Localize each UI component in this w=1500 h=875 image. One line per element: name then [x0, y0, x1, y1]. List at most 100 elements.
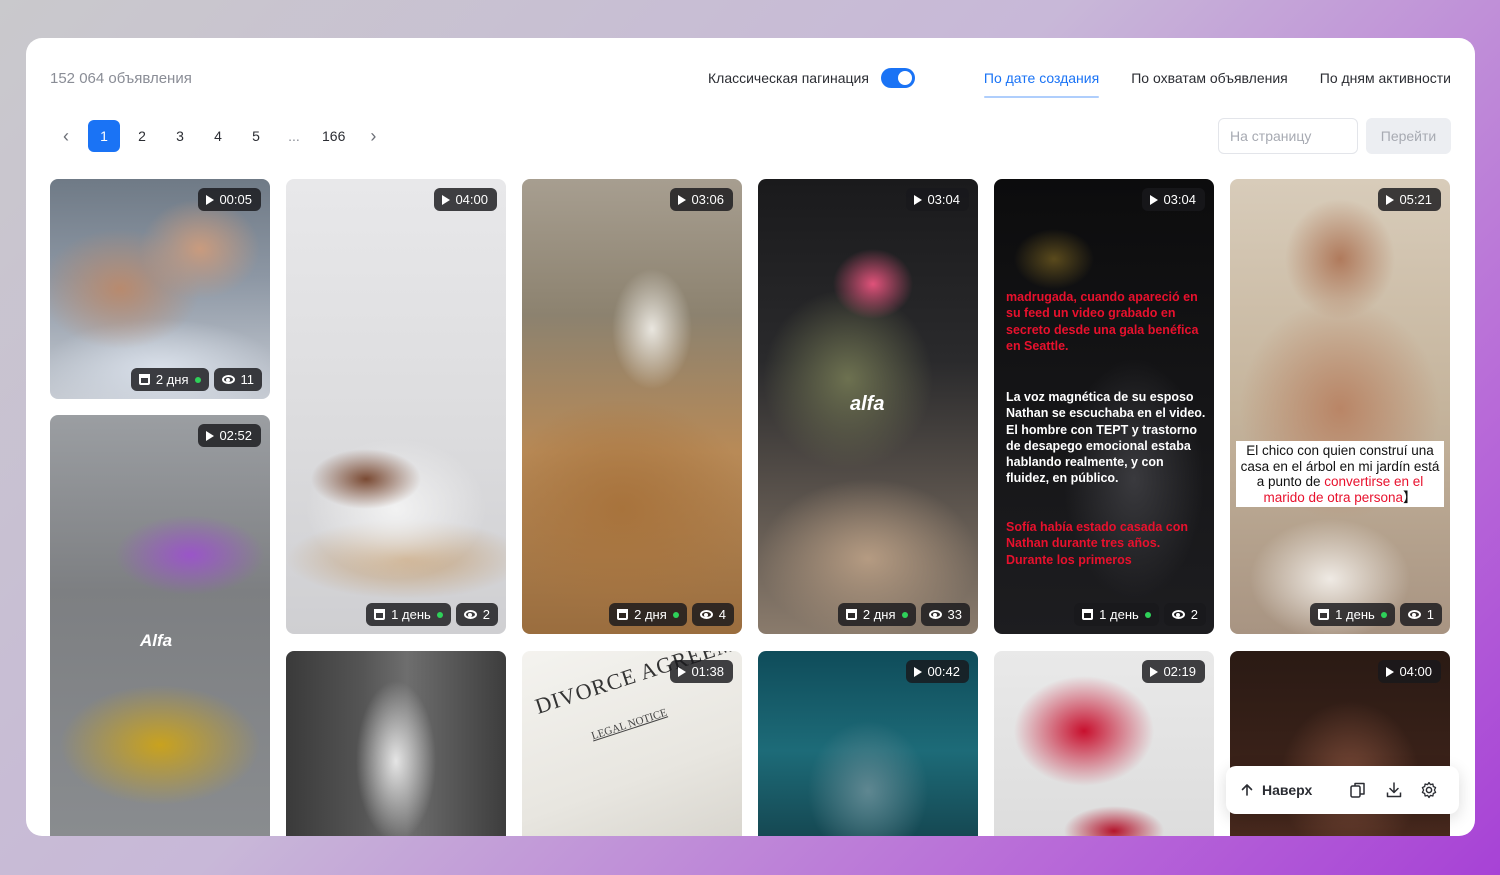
active-dot — [901, 611, 908, 618]
video-thumbnail[interactable] — [1230, 179, 1450, 634]
toggle-knob — [897, 71, 912, 85]
chevron-right-icon[interactable]: › — [357, 120, 389, 152]
card-stats: 2 дня 33 — [837, 603, 970, 626]
ad-card[interactable]: alfa 03:04 2 дня 33 — [758, 179, 978, 634]
views-label: 33 — [947, 607, 962, 622]
copy-icon[interactable] — [1341, 774, 1376, 806]
pagination-toggle-label: Классическая пагинация — [708, 70, 869, 86]
pagination-toggle-group[interactable]: Классическая пагинация — [708, 68, 915, 88]
play-icon — [914, 194, 923, 205]
duration-label: 03:06 — [691, 192, 724, 207]
page-button-3[interactable]: 3 — [164, 120, 196, 152]
active-dot — [436, 611, 443, 618]
tab-sort-by-active-days[interactable]: По дням активности — [1320, 70, 1451, 98]
page-button-4[interactable]: 4 — [202, 120, 234, 152]
views-label: 1 — [1426, 607, 1434, 622]
card-stats: 1 день 2 — [1074, 603, 1206, 626]
scroll-to-top-button[interactable]: Наверх — [1240, 782, 1341, 798]
ad-card[interactable]: 00:42 — [758, 651, 978, 836]
age-label: 1 день — [391, 607, 431, 622]
eye-icon — [1171, 610, 1185, 619]
ad-card[interactable]: Alfa 02:52 — [50, 415, 270, 836]
video-thumbnail[interactable] — [50, 179, 270, 399]
card-stats: 1 день 2 — [366, 603, 498, 626]
ad-card[interactable]: 00:05 2 дня 11 — [50, 179, 270, 399]
duration-label: 02:52 — [219, 428, 252, 443]
card-stats: 2 дня 4 — [609, 603, 734, 626]
video-thumbnail[interactable] — [522, 179, 742, 634]
age-label: 1 день — [1099, 607, 1139, 622]
ads-count: 152 064 объявления — [50, 70, 192, 87]
ad-caption: El chico con quien construí una casa en … — [1236, 441, 1444, 507]
main-window: 152 064 объявления Классическая пагинаци… — [26, 38, 1475, 836]
chevron-left-icon[interactable]: ‹ — [50, 120, 82, 152]
duration-label: 04:00 — [1399, 664, 1432, 679]
tab-sort-by-date[interactable]: По дате создания — [983, 70, 1100, 98]
play-icon — [678, 194, 687, 205]
page-button-5[interactable]: 5 — [240, 120, 272, 152]
ad-card[interactable] — [286, 651, 506, 836]
page-button-1[interactable]: 1 — [88, 120, 120, 152]
video-thumbnail[interactable] — [286, 179, 506, 634]
active-dot — [1380, 611, 1387, 618]
duration-label: 04:00 — [455, 192, 488, 207]
calendar-icon — [374, 609, 386, 620]
duration-badge: 03:04 — [1142, 188, 1205, 211]
ad-card[interactable]: 03:06 2 дня 4 — [522, 179, 742, 634]
duration-badge: 04:00 — [434, 188, 497, 211]
play-icon — [206, 430, 215, 441]
eye-icon — [463, 610, 477, 619]
pagination: ‹ 1 2 3 4 5 ... 166 › — [50, 120, 389, 152]
pagination-toggle[interactable] — [880, 68, 915, 88]
duration-badge: 00:05 — [198, 188, 261, 211]
duration-label: 03:04 — [1163, 192, 1196, 207]
brand-logo: Alfa — [140, 631, 173, 650]
play-icon — [1386, 666, 1395, 677]
ad-card[interactable]: El chico con quien construí una casa en … — [1230, 179, 1450, 634]
play-icon — [442, 194, 451, 205]
views-badge: 2 — [1163, 603, 1206, 626]
video-thumbnail[interactable] — [286, 651, 506, 836]
ad-card[interactable]: DIVORCE AGREEM LEGAL NOTICE 01:38 — [522, 651, 742, 836]
page-ellipsis[interactable]: ... — [278, 120, 310, 152]
page-button-2[interactable]: 2 — [126, 120, 158, 152]
play-icon — [1150, 194, 1159, 205]
views-label: 4 — [718, 607, 726, 622]
eye-icon — [928, 610, 942, 619]
views-badge: 11 — [213, 368, 262, 391]
goto-page-input[interactable] — [1218, 118, 1358, 154]
duration-label: 00:05 — [219, 192, 252, 207]
calendar-icon — [1082, 609, 1094, 620]
duration-badge: 01:38 — [670, 660, 733, 683]
ad-card[interactable]: madrugada, cuando apareció en su feed un… — [994, 179, 1214, 634]
duration-label: 00:42 — [927, 664, 960, 679]
ad-text-red-1: madrugada, cuando apareció en su feed un… — [1006, 290, 1199, 353]
age-badge: 1 день — [366, 603, 451, 626]
duration-badge: 03:04 — [906, 188, 969, 211]
page-button-last[interactable]: 166 — [316, 120, 351, 152]
duration-label: 05:21 — [1399, 192, 1432, 207]
ad-card[interactable]: 02:19 — [994, 651, 1214, 836]
ad-text-red-2: Sofía había estado casada con Nathan dur… — [1006, 520, 1189, 567]
views-badge: 4 — [691, 603, 734, 626]
age-label: 1 день — [1335, 607, 1375, 622]
calendar-icon — [845, 609, 857, 620]
play-icon — [678, 666, 687, 677]
views-badge: 1 — [1399, 603, 1442, 626]
video-thumbnail[interactable] — [50, 415, 270, 836]
duration-badge: 02:19 — [1142, 660, 1205, 683]
age-badge: 2 дня — [837, 603, 916, 626]
scroll-to-top-label: Наверх — [1262, 782, 1313, 798]
views-label: 11 — [240, 372, 255, 387]
arrow-up-icon — [1241, 784, 1253, 796]
active-dot — [194, 376, 201, 383]
age-badge: 2 дня — [130, 368, 209, 391]
calendar-icon — [1318, 609, 1330, 620]
goto-page-button[interactable]: Перейти — [1366, 118, 1451, 154]
settings-icon[interactable] — [1412, 774, 1447, 806]
card-stats: 2 дня 11 — [130, 368, 262, 391]
download-icon[interactable] — [1376, 774, 1411, 806]
ad-card[interactable]: 04:00 1 день 2 — [286, 179, 506, 634]
tab-sort-by-reach[interactable]: По охватам объявления — [1131, 70, 1288, 98]
eye-icon — [1407, 610, 1421, 619]
